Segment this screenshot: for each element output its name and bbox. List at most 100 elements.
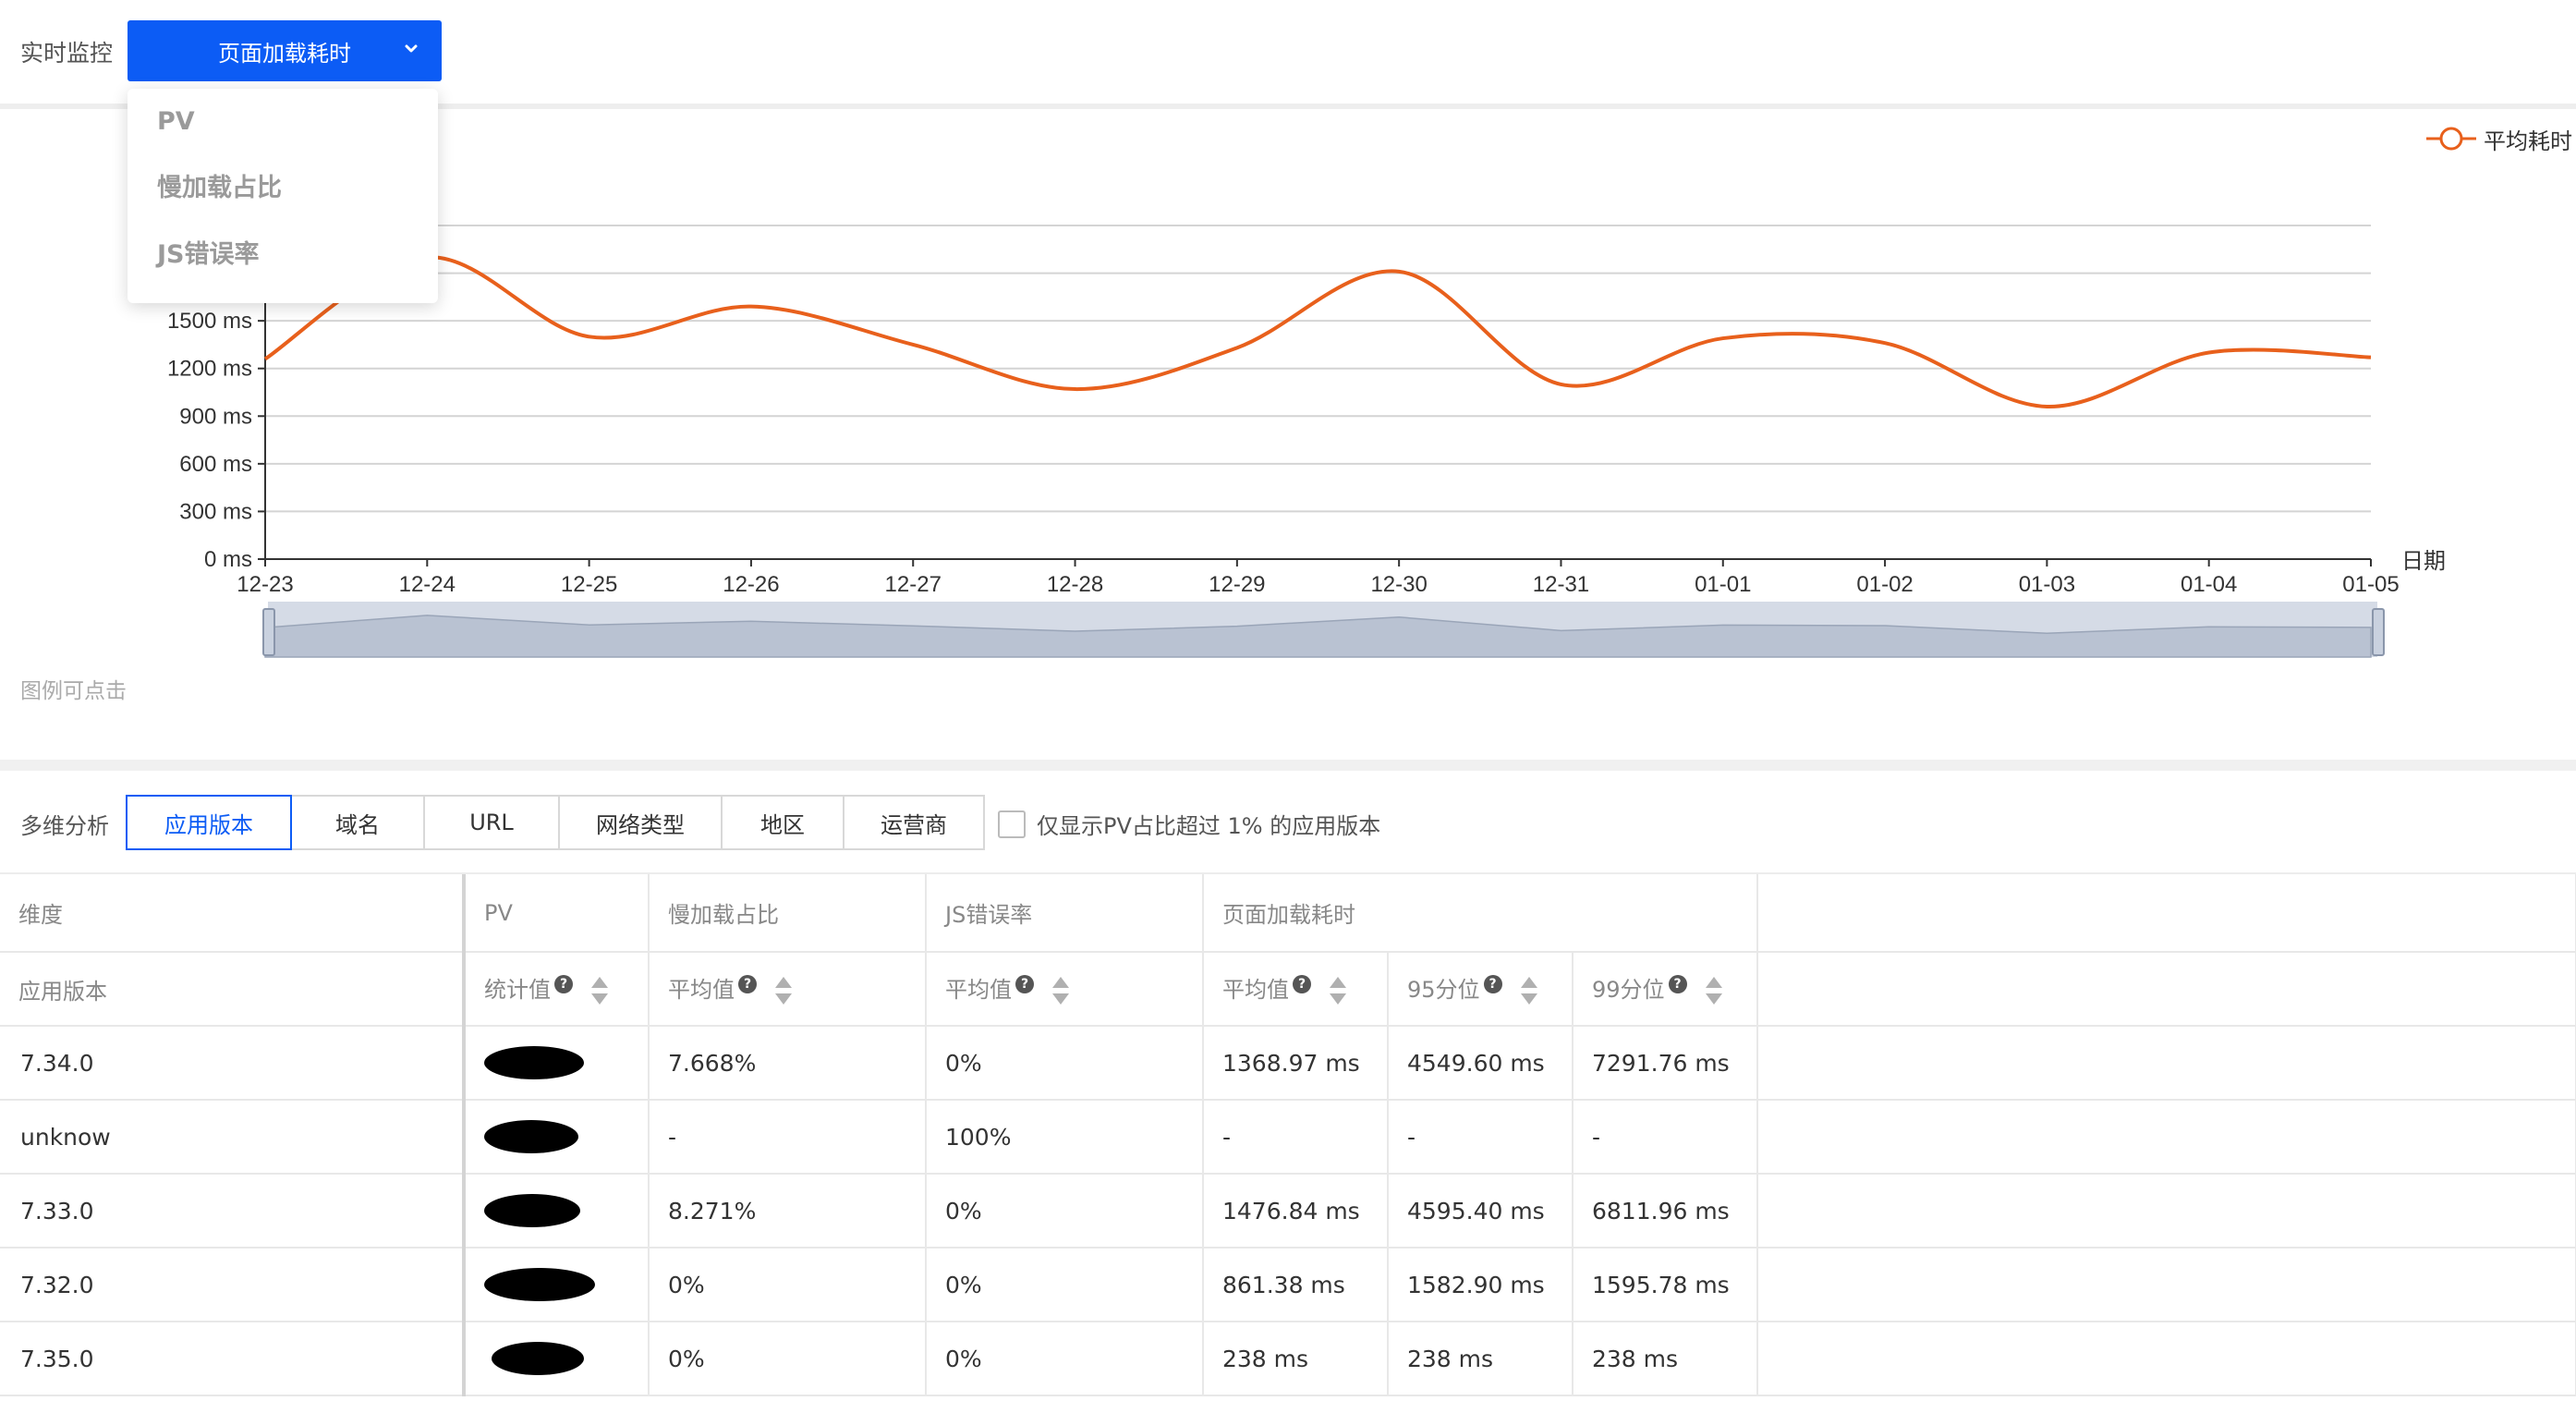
x-axis-label: 日期 xyxy=(2401,549,2446,574)
x-tick-label: 12-31 xyxy=(1533,572,1589,597)
js-error-cell: 0% xyxy=(926,1174,1204,1249)
sort-icon[interactable] xyxy=(1519,975,1539,1006)
subheader-pv-count[interactable]: 统计值? xyxy=(464,952,650,1027)
pv-filter[interactable]: 仅显示PV占比超过 1% 的应用版本 xyxy=(998,808,1380,840)
zoom-handle-right xyxy=(2372,608,2385,656)
x-tick-label: 12-24 xyxy=(399,572,456,597)
sort-icon[interactable] xyxy=(773,975,794,1006)
series-line-avg-time xyxy=(263,255,2372,408)
table-sub-header: 应用版本 统计值? 平均值? 平均值? 平均值? 95分位? 99分位? xyxy=(0,952,2576,1027)
empty-cell xyxy=(1757,1248,2576,1322)
subheader-js-avg[interactable]: 平均值? xyxy=(926,952,1204,1027)
load-avg-cell: 1368.97 ms xyxy=(1203,1026,1389,1101)
js-error-cell: 0% xyxy=(926,1026,1204,1101)
slow-ratio-cell: 0% xyxy=(649,1322,927,1396)
subheader-load-p95[interactable]: 95分位? xyxy=(1388,952,1574,1027)
empty-header xyxy=(1757,952,2576,1027)
pv-cell xyxy=(464,1174,650,1249)
redacted-value xyxy=(484,1046,584,1079)
subheader-load-p99[interactable]: 99分位? xyxy=(1573,952,1759,1027)
x-tick-label: 12-25 xyxy=(561,572,617,597)
dimension-tabs: 应用版本 域名 URL 网络类型 地区 运营商 xyxy=(126,795,985,850)
load-p99-cell: 6811.96 ms xyxy=(1573,1174,1759,1249)
js-error-cell: 100% xyxy=(926,1100,1204,1175)
dimension-link[interactable]: 7.33.0 xyxy=(0,1174,466,1249)
dimension-link[interactable]: 7.34.0 xyxy=(0,1026,466,1101)
js-error-cell: 0% xyxy=(926,1322,1204,1396)
slow-ratio-cell: 8.271% xyxy=(649,1174,927,1249)
metric-dropdown: PV 慢加载占比 JS错误率 xyxy=(128,89,438,303)
slow-ratio-cell: 7.668% xyxy=(649,1026,927,1101)
group-pv: PV xyxy=(464,874,650,953)
subheader-load-avg[interactable]: 平均值? xyxy=(1203,952,1389,1027)
tab-app-version[interactable]: 应用版本 xyxy=(126,795,292,850)
load-p99-cell: 1595.78 ms xyxy=(1573,1248,1759,1322)
pv-cell xyxy=(464,1322,650,1396)
pv-filter-checkbox[interactable] xyxy=(998,810,1026,838)
metric-select[interactable]: 页面加载耗时 xyxy=(128,20,442,81)
empty-header xyxy=(1757,874,2576,953)
load-p99-cell: 238 ms xyxy=(1573,1322,1759,1396)
subheader-slow-avg[interactable]: 平均值? xyxy=(649,952,927,1027)
dropdown-item-pv[interactable]: PV xyxy=(128,102,438,168)
zoom-handle-left xyxy=(262,608,275,656)
dimension-link[interactable]: 7.35.0 xyxy=(0,1322,466,1396)
load-p95-cell: 238 ms xyxy=(1388,1322,1574,1396)
subheader-label: 95分位 xyxy=(1407,977,1480,1003)
metric-select-value: 页面加载耗时 xyxy=(218,40,351,67)
load-avg-cell: - xyxy=(1203,1100,1389,1175)
dimension-link[interactable]: 7.32.0 xyxy=(0,1248,466,1322)
subheader-label: 平均值 xyxy=(1222,977,1289,1003)
chart-legend[interactable]: 平均耗时 xyxy=(2424,120,2572,157)
dropdown-item-slow-ratio[interactable]: 慢加载占比 xyxy=(128,168,438,235)
load-p99-cell: - xyxy=(1573,1100,1759,1175)
chart-hint: 图例可点击 xyxy=(20,679,127,703)
subheader-label: 99分位 xyxy=(1592,977,1665,1003)
help-icon[interactable]: ? xyxy=(554,975,573,993)
x-tick-label: 01-03 xyxy=(2019,572,2075,597)
table-group-header: 维度 PV 慢加载占比 JS错误率 页面加载耗时 xyxy=(0,874,2576,953)
tab-carrier[interactable]: 运营商 xyxy=(843,795,985,850)
monitor-label: 实时监控 xyxy=(20,40,114,67)
help-icon[interactable]: ? xyxy=(1015,975,1034,993)
redacted-value xyxy=(484,1120,578,1153)
y-tick-label: 900 ms xyxy=(179,404,252,429)
pv-cell xyxy=(464,1248,650,1322)
sort-icon[interactable] xyxy=(1328,975,1348,1006)
analysis-table: 维度 PV 慢加载占比 JS错误率 页面加载耗时 应用版本 统计值? 平均值? … xyxy=(0,872,2576,1401)
empty-cell xyxy=(1757,1026,2576,1101)
slow-ratio-cell: - xyxy=(649,1100,927,1175)
group-dimension: 维度 xyxy=(0,874,466,953)
help-icon[interactable]: ? xyxy=(1293,975,1311,993)
load-avg-cell: 1476.84 ms xyxy=(1203,1174,1389,1249)
js-error-cell: 0% xyxy=(926,1248,1204,1322)
tab-url[interactable]: URL xyxy=(423,795,560,850)
help-icon[interactable]: ? xyxy=(1483,975,1502,993)
dropdown-item-js-error[interactable]: JS错误率 xyxy=(128,235,438,301)
pv-filter-label: 仅显示PV占比超过 1% 的应用版本 xyxy=(1037,813,1381,839)
y-tick-label: 300 ms xyxy=(179,499,252,524)
x-tick-label: 01-04 xyxy=(2181,572,2237,597)
tab-region[interactable]: 地区 xyxy=(721,795,844,850)
sort-icon[interactable] xyxy=(1051,975,1071,1006)
x-tick-label: 01-02 xyxy=(1856,572,1913,597)
pv-cell xyxy=(464,1026,650,1101)
x-tick-label: 12-23 xyxy=(237,572,293,597)
y-tick-label: 0 ms xyxy=(204,547,252,572)
x-tick-label: 01-01 xyxy=(1695,572,1751,597)
redacted-value xyxy=(484,1268,595,1301)
help-icon[interactable]: ? xyxy=(1668,975,1687,993)
tab-domain[interactable]: 域名 xyxy=(290,795,425,850)
load-avg-cell: 238 ms xyxy=(1203,1322,1389,1396)
group-slow-ratio: 慢加载占比 xyxy=(649,874,927,953)
tab-network-type[interactable]: 网络类型 xyxy=(558,795,723,850)
dimension-link[interactable]: unknow xyxy=(0,1100,466,1175)
y-tick-label: 1200 ms xyxy=(167,357,252,382)
table-row: 7.32.0 0% 0% 861.38 ms 1582.90 ms 1595.7… xyxy=(0,1248,2576,1322)
table-row: 7.33.0 8.271% 0% 1476.84 ms 4595.40 ms 6… xyxy=(0,1174,2576,1249)
sort-icon[interactable] xyxy=(1704,975,1724,1006)
sort-icon[interactable] xyxy=(589,975,610,1006)
table-row: unknow - 100% - - - xyxy=(0,1100,2576,1175)
help-icon[interactable]: ? xyxy=(738,975,757,993)
x-tick-label: 12-27 xyxy=(885,572,942,597)
